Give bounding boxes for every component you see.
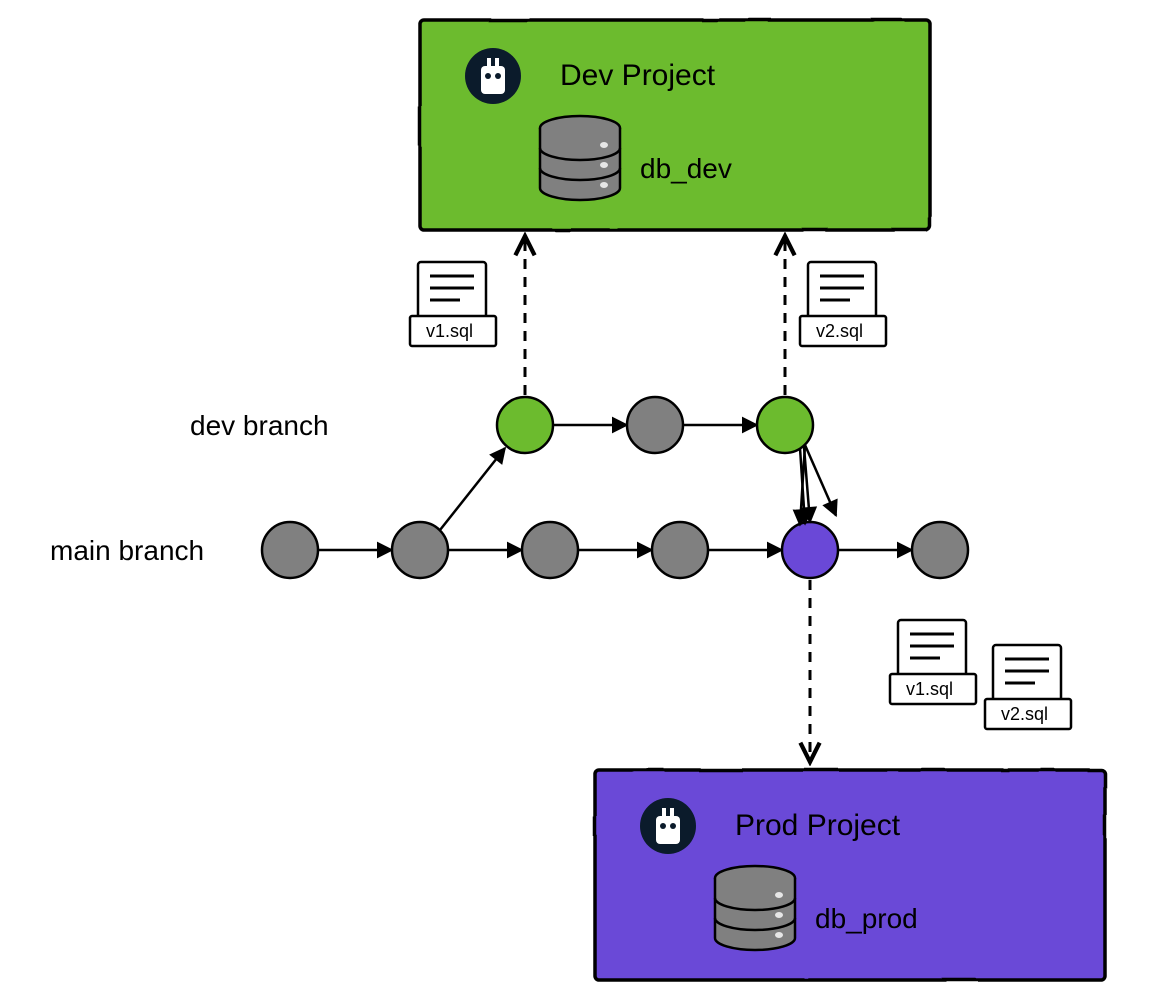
logo-icon: [465, 48, 521, 104]
merge-commit-node: [782, 522, 838, 578]
prod-project-title: Prod Project: [735, 809, 901, 842]
database-icon: [715, 866, 795, 950]
commit-node-green: [757, 397, 813, 453]
database-icon: [540, 116, 620, 200]
logo-icon: [640, 798, 696, 854]
file-label: v2.sql: [1001, 704, 1048, 724]
diagram-root: Dev Project db_dev Prod Project db_prod …: [0, 0, 1162, 1002]
dev-db-label: db_dev: [640, 153, 732, 184]
dev-project-title: Dev Project: [560, 59, 716, 92]
main-branch-label: main branch: [50, 535, 204, 566]
prod-db-label: db_prod: [815, 903, 918, 934]
file-label: v2.sql: [816, 321, 863, 341]
file-icon: v2.sql: [800, 262, 886, 346]
commit-node: [392, 522, 448, 578]
commit-node: [912, 522, 968, 578]
file-icon: v1.sql: [410, 262, 496, 346]
commit-node-green: [497, 397, 553, 453]
commit-node: [262, 522, 318, 578]
dev-branch-label: dev branch: [190, 410, 329, 441]
file-icon: v2.sql: [985, 645, 1071, 729]
file-label: v1.sql: [426, 321, 473, 341]
file-label: v1.sql: [906, 679, 953, 699]
dev-branch-row: [440, 397, 836, 530]
commit-node: [652, 522, 708, 578]
commit-node: [627, 397, 683, 453]
file-icon: v1.sql: [890, 620, 976, 704]
commit-node: [522, 522, 578, 578]
main-branch-row: [262, 522, 968, 578]
